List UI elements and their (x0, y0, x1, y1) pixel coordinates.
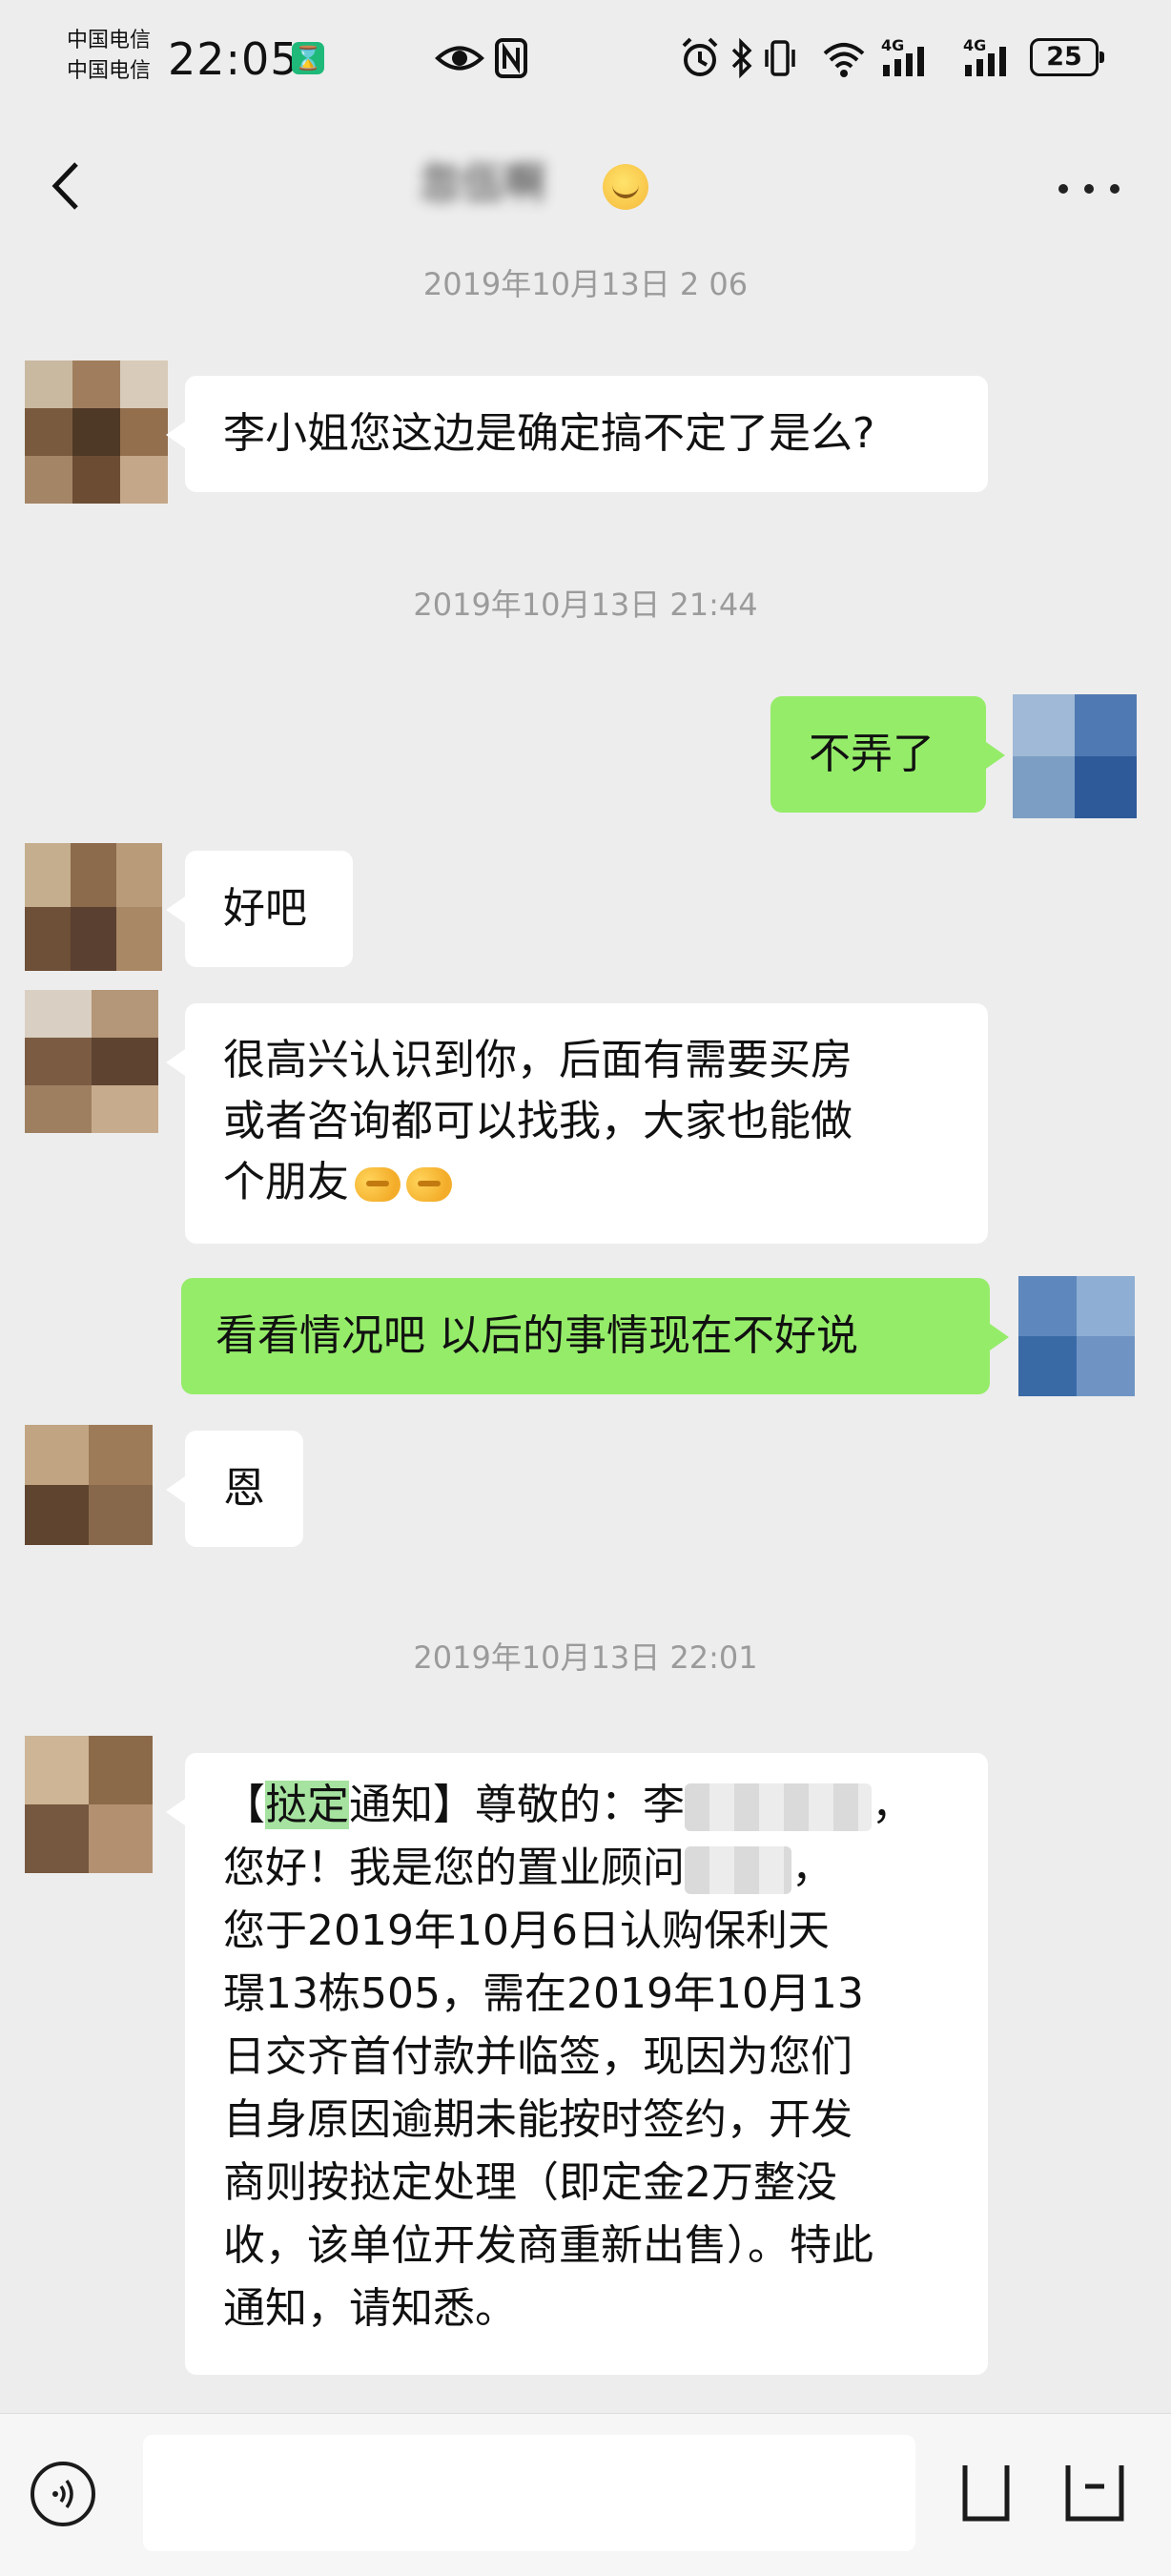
contact-avatar[interactable] (25, 1736, 153, 1873)
notice-text: 日交齐首付款并临签，现因为您们 (223, 2032, 853, 2081)
more-dots-icon[interactable] (1058, 181, 1120, 196)
handshake-emoji-icon (355, 1167, 401, 1202)
carrier-label-1: 中国电信 (67, 29, 152, 52)
notice-text: ， (791, 1844, 833, 1892)
message-text: 不弄了 (809, 730, 935, 778)
contact-avatar[interactable] (25, 1425, 153, 1545)
contact-avatar[interactable] (25, 990, 158, 1133)
incoming-message-bubble[interactable]: 李小姐您这边是确定搞不定了是么? (166, 376, 988, 492)
message-text-line: 或者咨询都可以找我，大家也能做 (223, 1097, 853, 1145)
notice-text: ， (872, 1781, 914, 1829)
eye-icon (435, 46, 484, 71)
notice-text: 收，该单位开发商重新出售）。特此 (223, 2221, 873, 2270)
notice-text: 璟13栋505，需在2019年10月13 (223, 1969, 864, 2018)
outgoing-message-bubble[interactable]: 看看情况吧 以后的事情现在不好说 (181, 1278, 1009, 1394)
outgoing-message-bubble[interactable]: 不弄了 (770, 696, 1005, 813)
smile-emoji-icon (603, 164, 648, 210)
redacted-name (685, 1783, 872, 1831)
incoming-message-bubble[interactable]: 好吧 (166, 851, 353, 967)
notice-text: 通知】尊敬的：李 (349, 1781, 685, 1829)
notice-text: 您好！我是您的置业顾问 (223, 1844, 685, 1892)
vibrate-icon (765, 40, 795, 76)
chat-header: 忽伍啊 (0, 114, 1171, 258)
voice-icon[interactable] (31, 2462, 95, 2526)
incoming-message-bubble[interactable]: 【挞定通知】尊敬的：李 ， 您好！我是您的置业顾问 ， 您于2019年10月6日认购… (166, 1753, 988, 2375)
message-text: 恩 (223, 1464, 265, 1513)
battery-indicator: 25 (1030, 38, 1104, 76)
status-time: 22:05 (168, 33, 299, 85)
notice-text: 您于2019年10月6日认购保利天 (223, 1906, 830, 1955)
message-text: 看看情况吧 以后的事情现在不好说 (216, 1311, 858, 1360)
incoming-message-bubble[interactable]: 恩 (166, 1431, 303, 1547)
message-input[interactable] (143, 2435, 915, 2551)
chat-title: 忽伍啊 (420, 159, 545, 208)
nfc-icon (495, 38, 527, 78)
alarm-icon (682, 37, 718, 76)
contact-avatar[interactable] (25, 843, 162, 971)
highlighted-keyword[interactable]: 挞定 (265, 1781, 349, 1829)
emoji-icon[interactable] (957, 2452, 1015, 2532)
redacted-name (685, 1846, 791, 1894)
handshake-emoji-icon (406, 1167, 452, 1202)
incoming-message-bubble[interactable]: 很高兴认识到你，后面有需要买房 或者咨询都可以找我，大家也能做 个朋友 (166, 1003, 988, 1244)
carrier-label-2: 中国电信 (67, 59, 152, 83)
wifi-icon (823, 43, 865, 77)
signal-icon-2 (965, 47, 1006, 76)
bluetooth-icon (731, 37, 752, 79)
notice-text: 自身原因逾期未能按时签约，开发 (223, 2095, 853, 2144)
notice-text: 商则按挞定处理（即定金2万整没 (223, 2158, 837, 2207)
message-timestamp: 2019年10月13日 21:44 (413, 587, 758, 623)
message-text: 李小姐您这边是确定搞不定了是么? (223, 409, 875, 458)
message-text-line: 很高兴认识到你，后面有需要买房 (223, 1036, 853, 1084)
status-bar: 中国电信 中国电信 22:05 ⌛ 4G 4G 25 (0, 0, 1171, 114)
message-text-line: 个朋友 (223, 1158, 349, 1206)
message-timestamp: 2019年10月13日 2 06 (422, 266, 749, 302)
message-text: 好吧 (223, 884, 307, 933)
my-avatar[interactable] (1018, 1276, 1135, 1396)
signal-icon (883, 47, 924, 76)
contact-avatar[interactable] (25, 361, 168, 504)
notice-text: 【 (223, 1781, 265, 1829)
chevron-left-icon[interactable] (38, 153, 95, 219)
chat-input-bar (0, 2413, 1171, 2576)
plus-icon[interactable] (1058, 2452, 1131, 2532)
notice-text: 通知，请知悉。 (223, 2284, 517, 2333)
my-avatar[interactable] (1013, 694, 1137, 818)
message-timestamp: 2019年10月13日 22:01 (413, 1639, 758, 1676)
hourglass-icon: ⌛ (292, 42, 324, 74)
